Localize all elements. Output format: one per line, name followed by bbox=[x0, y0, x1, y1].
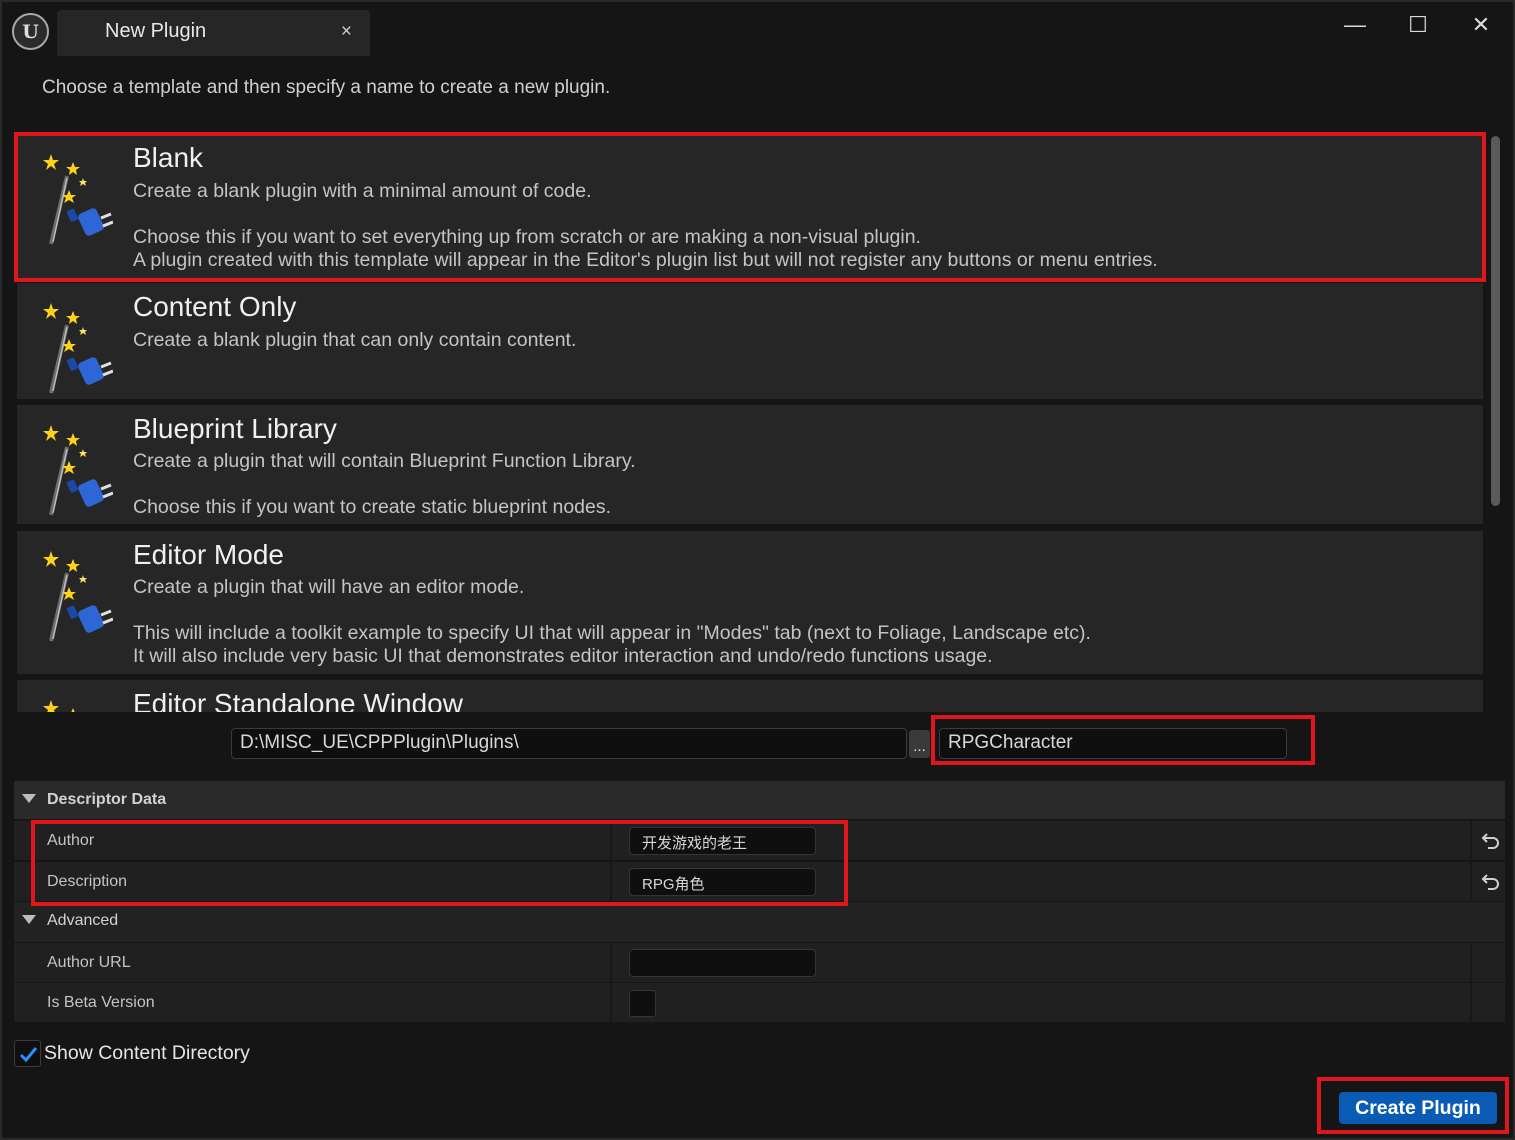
template-description: This will include a toolkit example to s… bbox=[133, 622, 1091, 644]
column-divider bbox=[1470, 983, 1472, 1023]
checkmark-icon bbox=[19, 1047, 38, 1063]
plugin-name-input[interactable]: RPGCharacter bbox=[939, 728, 1287, 759]
show-content-directory-checkbox[interactable] bbox=[14, 1040, 41, 1067]
close-window-button[interactable]: ✕ bbox=[1456, 8, 1506, 42]
template-item-blank[interactable]: Blank Create a blank plugin with a minim… bbox=[17, 134, 1483, 280]
reset-to-default-icon[interactable] bbox=[1480, 870, 1502, 892]
template-item-editor-standalone-window[interactable]: Editor Standalone Window bbox=[17, 680, 1483, 712]
descriptor-details-panel: Descriptor Data Author 开发游戏的老王 Descripti… bbox=[14, 781, 1505, 1023]
plugin-wand-icon bbox=[43, 551, 113, 643]
property-row-author: Author 开发游戏的老王 bbox=[14, 820, 1505, 861]
category-advanced[interactable]: Advanced bbox=[14, 902, 1505, 942]
template-description: Create a blank plugin that can only cont… bbox=[133, 329, 577, 351]
unreal-logo-icon: U bbox=[12, 13, 49, 50]
tab-new-plugin[interactable]: New Plugin × bbox=[57, 10, 370, 56]
category-label: Advanced bbox=[47, 912, 119, 929]
column-divider bbox=[1470, 943, 1472, 983]
minimize-button[interactable]: — bbox=[1330, 8, 1380, 42]
description-field[interactable]: RPG角色 bbox=[629, 868, 816, 896]
instructions-text: Choose a template and then specify a nam… bbox=[42, 77, 611, 98]
template-description: Create a plugin that will contain Bluepr… bbox=[133, 450, 636, 472]
maximize-button[interactable]: ☐ bbox=[1393, 8, 1443, 42]
create-plugin-button[interactable]: Create Plugin bbox=[1339, 1092, 1497, 1124]
author-url-field[interactable] bbox=[629, 949, 816, 977]
collapse-arrow-icon[interactable] bbox=[22, 915, 36, 924]
property-label: Author bbox=[47, 832, 95, 849]
template-list: Blank Create a blank plugin with a minim… bbox=[14, 130, 1486, 712]
template-title: Editor Mode bbox=[133, 539, 284, 570]
tab-close-icon[interactable]: × bbox=[341, 21, 352, 43]
show-content-directory-label: Show Content Directory bbox=[44, 1042, 250, 1064]
template-title: Blank bbox=[133, 142, 204, 173]
column-divider bbox=[1470, 862, 1472, 902]
is-beta-checkbox[interactable] bbox=[629, 990, 656, 1017]
template-title: Blueprint Library bbox=[133, 413, 337, 444]
template-description: Create a blank plugin with a minimal amo… bbox=[133, 180, 592, 202]
category-label: Descriptor Data bbox=[47, 791, 167, 808]
property-row-is-beta: Is Beta Version bbox=[14, 982, 1505, 1023]
template-description: A plugin created with this template will… bbox=[133, 249, 1158, 271]
plugin-wand-icon bbox=[43, 303, 113, 395]
property-label: Is Beta Version bbox=[47, 994, 155, 1011]
property-label: Author URL bbox=[47, 954, 131, 971]
reset-to-default-icon[interactable] bbox=[1480, 829, 1502, 851]
tab-title: New Plugin bbox=[105, 20, 207, 42]
template-item-content-only[interactable]: Content Only Create a blank plugin that … bbox=[17, 283, 1483, 399]
template-list-scrollbar[interactable] bbox=[1489, 130, 1503, 712]
template-item-blueprint-library[interactable]: Blueprint Library Create a plugin that w… bbox=[17, 405, 1483, 524]
template-description: Create a plugin that will have an editor… bbox=[133, 576, 525, 598]
plugin-path-input[interactable]: D:\MISC_UE\CPPPlugin\Plugins\ bbox=[231, 728, 907, 759]
property-row-description: Description RPG角色 bbox=[14, 861, 1505, 902]
column-divider[interactable] bbox=[610, 821, 612, 861]
template-description: It will also include very basic UI that … bbox=[133, 645, 993, 667]
title-bar: U New Plugin × — ☐ ✕ bbox=[2, 2, 1513, 60]
new-plugin-window: U New Plugin × — ☐ ✕ Choose a template a… bbox=[0, 0, 1515, 1140]
property-row-author-url: Author URL bbox=[14, 942, 1505, 983]
template-title: Content Only bbox=[133, 291, 297, 322]
scroll-thumb[interactable] bbox=[1491, 136, 1500, 506]
author-field[interactable]: 开发游戏的老王 bbox=[629, 827, 816, 855]
browse-path-button[interactable]: ... bbox=[909, 730, 930, 758]
plugin-wand-icon bbox=[43, 700, 113, 712]
category-descriptor-data[interactable]: Descriptor Data bbox=[14, 781, 1505, 819]
plugin-wand-icon bbox=[43, 154, 113, 246]
column-divider[interactable] bbox=[610, 943, 612, 983]
property-label: Description bbox=[47, 873, 128, 890]
column-divider[interactable] bbox=[610, 983, 612, 1023]
column-divider[interactable] bbox=[610, 862, 612, 902]
template-description: Choose this if you want to create static… bbox=[133, 496, 612, 518]
column-divider bbox=[1470, 821, 1472, 861]
template-title: Editor Standalone Window bbox=[133, 688, 463, 712]
collapse-arrow-icon[interactable] bbox=[22, 794, 36, 803]
template-item-editor-mode[interactable]: Editor Mode Create a plugin that will ha… bbox=[17, 531, 1483, 674]
plugin-wand-icon bbox=[43, 425, 113, 517]
template-description: Choose this if you want to set everythin… bbox=[133, 226, 921, 248]
